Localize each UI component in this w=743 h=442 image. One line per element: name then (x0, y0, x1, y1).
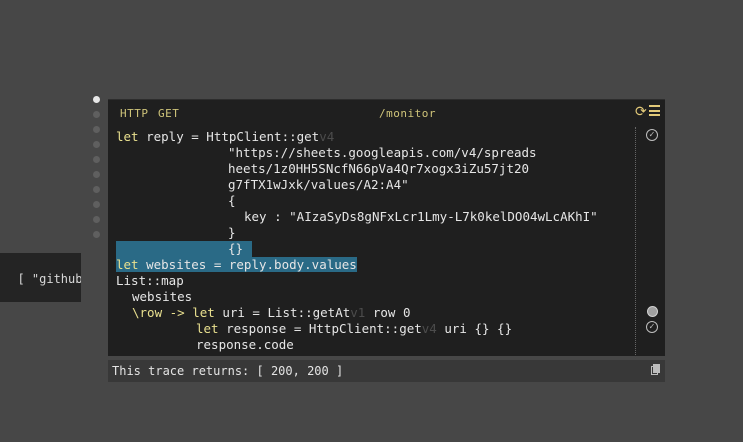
code-line: "https://sheets.googleapis.com/v4/spread… (228, 145, 537, 160)
result-circle-icon[interactable] (647, 306, 658, 317)
trace-dot[interactable] (93, 186, 100, 193)
trace-dot[interactable] (93, 141, 100, 148)
code-line-selected: {} (108, 241, 636, 257)
route-path[interactable]: /monitor (379, 107, 436, 120)
trace-dot[interactable] (93, 231, 100, 238)
adjacent-handler-preview[interactable]: [ "github.c (0, 253, 81, 302)
adjacent-handler-text: [ "github.c (17, 272, 81, 286)
trace-dot[interactable] (93, 201, 100, 208)
trace-dot[interactable] (93, 156, 100, 163)
code-line: let response = HttpClient::getv4 uri {} … (196, 321, 513, 336)
code-line: response.code (196, 337, 294, 352)
code-line: \row -> let uri = List::getAtv1 row 0 (132, 305, 411, 320)
code-line: key : "AIzaSyDs8gNFxLcr1Lmy-L7k0kelDO04w… (244, 209, 598, 224)
trace-return-bar: This trace returns: [ 200, 200 ] (108, 360, 665, 382)
code-line: List::map (116, 273, 184, 288)
code-line-selected: let websites = reply.body.values (116, 257, 357, 272)
trace-dot[interactable] (93, 126, 100, 133)
code-line: let reply = HttpClient::getv4 (116, 129, 335, 144)
trace-dot[interactable] (93, 111, 100, 118)
code-line: } (228, 225, 236, 240)
copy-icon[interactable] (651, 364, 660, 375)
code-line: g7fTX1wJxk/values/A2:A4" (228, 177, 409, 192)
handler-header: HTTP GET /monitor ⟳ (108, 100, 665, 127)
check-icon[interactable]: ✓ (646, 129, 658, 141)
code-line: { (228, 193, 236, 208)
check-icon[interactable]: ✓ (646, 321, 658, 333)
http-handler-panel: HTTP GET /monitor ⟳ ✓ ✓ let reply = Http… (108, 99, 665, 356)
code-line: heets/1z0HH5SNcfN66pVa4Qr7xogx3iZu57jt20 (228, 161, 530, 176)
trace-dot-active[interactable] (93, 96, 100, 103)
handler-type-label: HTTP (120, 107, 149, 120)
http-method-label[interactable]: GET (158, 107, 179, 120)
code-line: websites (132, 289, 193, 304)
trace-dot[interactable] (93, 171, 100, 178)
hamburger-menu-icon[interactable] (649, 105, 660, 116)
refresh-icon[interactable]: ⟳ (635, 104, 647, 120)
trace-dot[interactable] (93, 216, 100, 223)
code-editor[interactable]: let reply = HttpClient::getv4 "https://s… (108, 129, 636, 355)
trace-selector (93, 96, 101, 246)
trace-return-text: This trace returns: [ 200, 200 ] (112, 364, 344, 378)
